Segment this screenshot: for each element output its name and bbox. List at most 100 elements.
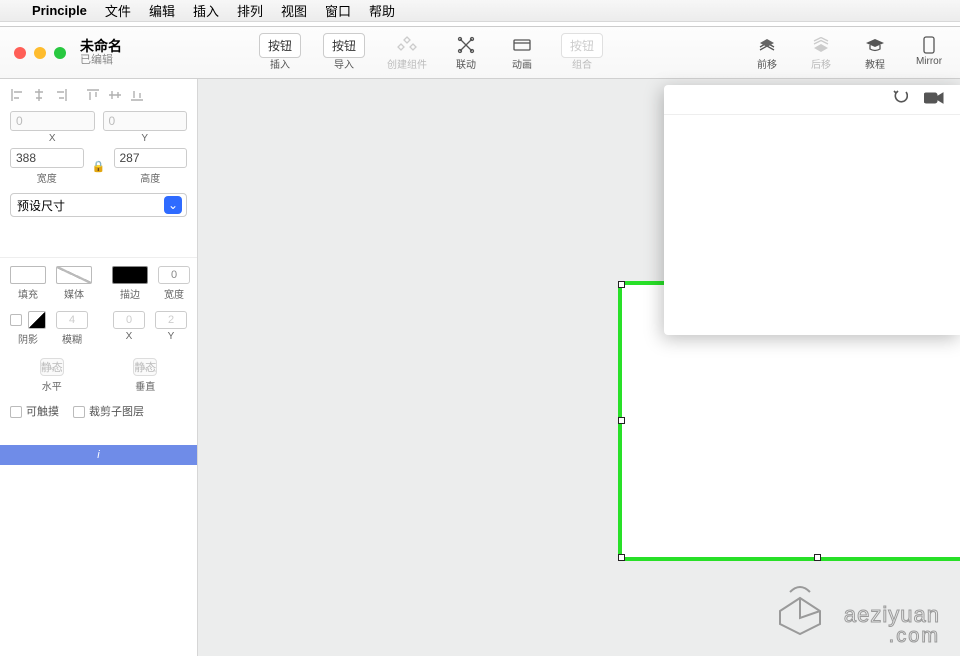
toolbar-insert[interactable]: 按钮 插入 bbox=[259, 34, 301, 71]
info-bar[interactable]: i bbox=[0, 445, 197, 465]
import-button[interactable]: 按钮 bbox=[323, 33, 365, 58]
shadow-color-swatch[interactable] bbox=[28, 311, 46, 329]
toolbar-group: 按钮 组合 bbox=[561, 34, 603, 71]
clip-sublayers-checkbox[interactable] bbox=[73, 406, 85, 418]
stroke-width-label: 宽度 bbox=[164, 286, 184, 301]
bring-forward-icon bbox=[758, 34, 776, 56]
send-backward-icon bbox=[812, 34, 830, 56]
inspector-panel: X Y 宽度 🔒 高度 预设尺寸 ⌄ bbox=[0, 79, 198, 656]
height-label: 高度 bbox=[140, 170, 160, 185]
shadow-x-input[interactable] bbox=[113, 311, 145, 329]
toolbar-drivers[interactable]: 联动 bbox=[449, 34, 483, 71]
preset-size-dropdown[interactable]: 预设尺寸 ⌄ bbox=[10, 193, 187, 217]
group-label: 组合 bbox=[572, 56, 592, 71]
menu-insert[interactable]: 插入 bbox=[193, 1, 219, 20]
fill-label: 填充 bbox=[18, 286, 38, 301]
close-window-button[interactable] bbox=[14, 47, 26, 59]
vertical-scroll-dropdown[interactable]: 静态 bbox=[133, 358, 157, 376]
toolbar-animate[interactable]: 动画 bbox=[505, 34, 539, 71]
app-window: 未命名 已编辑 按钮 插入 按钮 导入 创建组件 联动 bbox=[0, 26, 960, 656]
app-menu[interactable]: Principle bbox=[32, 3, 87, 18]
drivers-label: 联动 bbox=[456, 56, 476, 71]
align-right-icon[interactable] bbox=[50, 85, 72, 105]
align-center-h-icon[interactable] bbox=[28, 85, 50, 105]
menu-file[interactable]: 文件 bbox=[105, 1, 131, 20]
menu-edit[interactable]: 编辑 bbox=[149, 1, 175, 20]
align-tools bbox=[0, 79, 197, 109]
y-input[interactable] bbox=[103, 111, 188, 131]
create-component-label: 创建组件 bbox=[387, 56, 427, 71]
toolbar-tutorials[interactable]: 教程 bbox=[858, 34, 892, 71]
y-label: Y bbox=[141, 133, 148, 144]
watermark-logo-icon bbox=[770, 576, 830, 636]
stroke-label: 描边 bbox=[120, 286, 140, 301]
rewind-icon[interactable] bbox=[892, 90, 908, 109]
width-label: 宽度 bbox=[37, 170, 57, 185]
horizontal-scroll-dropdown[interactable]: 静态 bbox=[40, 358, 64, 376]
resize-handle-top-left[interactable] bbox=[618, 281, 625, 288]
stroke-swatch[interactable] bbox=[112, 266, 148, 284]
toolbar-bring-forward[interactable]: 前移 bbox=[750, 34, 784, 71]
shadow-checkbox[interactable] bbox=[10, 314, 22, 326]
toolbar-mirror[interactable]: Mirror bbox=[912, 34, 946, 71]
import-label: 导入 bbox=[334, 56, 354, 71]
resize-handle-bottom-mid[interactable] bbox=[814, 554, 821, 561]
height-input[interactable] bbox=[114, 148, 188, 168]
document-title: 未命名 已编辑 bbox=[80, 38, 122, 67]
animate-icon bbox=[513, 34, 531, 56]
toolbar-right-group: 前移 后移 教程 Mirror bbox=[750, 34, 960, 71]
resize-handle-bottom-left[interactable] bbox=[618, 554, 625, 561]
macos-menubar: Principle 文件 编辑 插入 排列 视图 窗口 帮助 bbox=[0, 0, 960, 22]
tutorials-label: 教程 bbox=[865, 56, 885, 71]
minimize-window-button[interactable] bbox=[34, 47, 46, 59]
align-bottom-icon[interactable] bbox=[126, 85, 148, 105]
shadow-y-input[interactable] bbox=[155, 311, 187, 329]
toolbar-import[interactable]: 按钮 导入 bbox=[323, 34, 365, 71]
zoom-window-button[interactable] bbox=[54, 47, 66, 59]
resize-handle-mid-left[interactable] bbox=[618, 417, 625, 424]
align-left-icon[interactable] bbox=[6, 85, 28, 105]
media-label: 媒体 bbox=[64, 286, 84, 301]
toolbar-send-backward: 后移 bbox=[804, 34, 838, 71]
shadow-label: 阴影 bbox=[18, 331, 38, 346]
menu-arrange[interactable]: 排列 bbox=[237, 1, 263, 20]
toolbar: 按钮 插入 按钮 导入 创建组件 联动 bbox=[122, 34, 750, 71]
phone-icon bbox=[923, 34, 935, 56]
menu-help[interactable]: 帮助 bbox=[369, 1, 395, 20]
insert-button[interactable]: 按钮 bbox=[259, 33, 301, 58]
stroke-width-input[interactable] bbox=[158, 266, 190, 284]
forward-label: 前移 bbox=[757, 56, 777, 71]
x-input[interactable] bbox=[10, 111, 95, 131]
blur-label: 模糊 bbox=[62, 331, 82, 346]
menu-window[interactable]: 窗口 bbox=[325, 1, 351, 20]
shadow-y-label: Y bbox=[168, 331, 175, 342]
watermark-line2: .com bbox=[844, 626, 940, 646]
width-input[interactable] bbox=[10, 148, 84, 168]
info-icon: i bbox=[97, 449, 99, 461]
preset-size-label: 预设尺寸 bbox=[17, 197, 65, 214]
preview-window[interactable] bbox=[664, 85, 960, 335]
horizontal-label: 水平 bbox=[42, 378, 62, 393]
document-name: 未命名 bbox=[80, 38, 122, 54]
media-swatch[interactable] bbox=[56, 266, 92, 284]
lock-aspect-icon[interactable]: 🔒 bbox=[92, 148, 106, 185]
document-status: 已编辑 bbox=[80, 54, 122, 67]
touchable-checkbox[interactable] bbox=[10, 406, 22, 418]
titlebar: 未命名 已编辑 按钮 插入 按钮 导入 创建组件 联动 bbox=[0, 27, 960, 79]
clip-checkbox-row[interactable]: 裁剪子图层 bbox=[73, 403, 144, 419]
fill-swatch[interactable] bbox=[10, 266, 46, 284]
insert-label: 插入 bbox=[270, 56, 290, 71]
blur-input[interactable] bbox=[56, 311, 88, 329]
touchable-checkbox-row[interactable]: 可触摸 bbox=[10, 403, 59, 419]
chevron-down-icon: ⌄ bbox=[164, 196, 182, 214]
record-icon[interactable] bbox=[924, 91, 944, 109]
toolbar-create-component: 创建组件 bbox=[387, 34, 427, 71]
graduation-cap-icon bbox=[865, 34, 885, 56]
align-top-icon[interactable] bbox=[82, 85, 104, 105]
backward-label: 后移 bbox=[811, 56, 831, 71]
watermark-text: aeziyuan .com bbox=[844, 604, 940, 646]
menu-view[interactable]: 视图 bbox=[281, 1, 307, 20]
mirror-label: Mirror bbox=[916, 56, 942, 67]
vertical-label: 垂直 bbox=[135, 378, 155, 393]
align-center-v-icon[interactable] bbox=[104, 85, 126, 105]
